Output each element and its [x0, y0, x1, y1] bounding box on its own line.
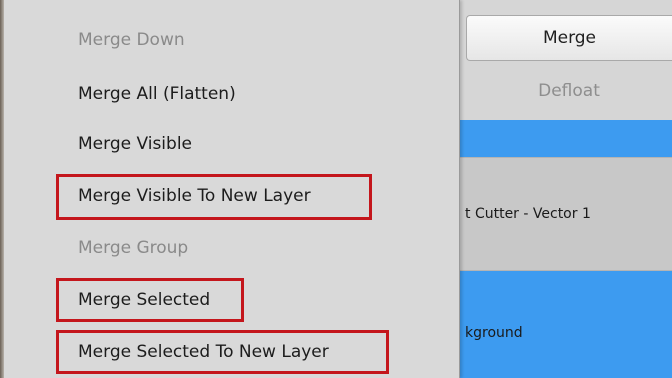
menu-item-merge-all-flatten[interactable]: Merge All (Flatten): [78, 84, 236, 104]
defloat-button[interactable]: Defloat: [466, 68, 672, 114]
highlight-box: [56, 330, 389, 374]
highlight-box: [56, 174, 372, 220]
layer-label: kground: [465, 325, 523, 341]
highlight-box: [56, 278, 244, 322]
merge-button[interactable]: Merge: [466, 15, 672, 61]
layer-row-background[interactable]: kground: [460, 271, 672, 378]
layer-row-cutter-vector[interactable]: t Cutter - Vector 1: [460, 157, 672, 271]
layer-label: t Cutter - Vector 1: [465, 206, 591, 222]
menu-item-merge-down[interactable]: Merge Down: [78, 30, 185, 50]
layer-row[interactable]: [460, 120, 672, 157]
merge-context-menu: Merge Down Merge All (Flatten) Merge Vis…: [0, 0, 460, 378]
menu-item-merge-visible[interactable]: Merge Visible: [78, 134, 192, 154]
menu-item-merge-group[interactable]: Merge Group: [78, 238, 188, 258]
menu-edge: [0, 0, 4, 378]
